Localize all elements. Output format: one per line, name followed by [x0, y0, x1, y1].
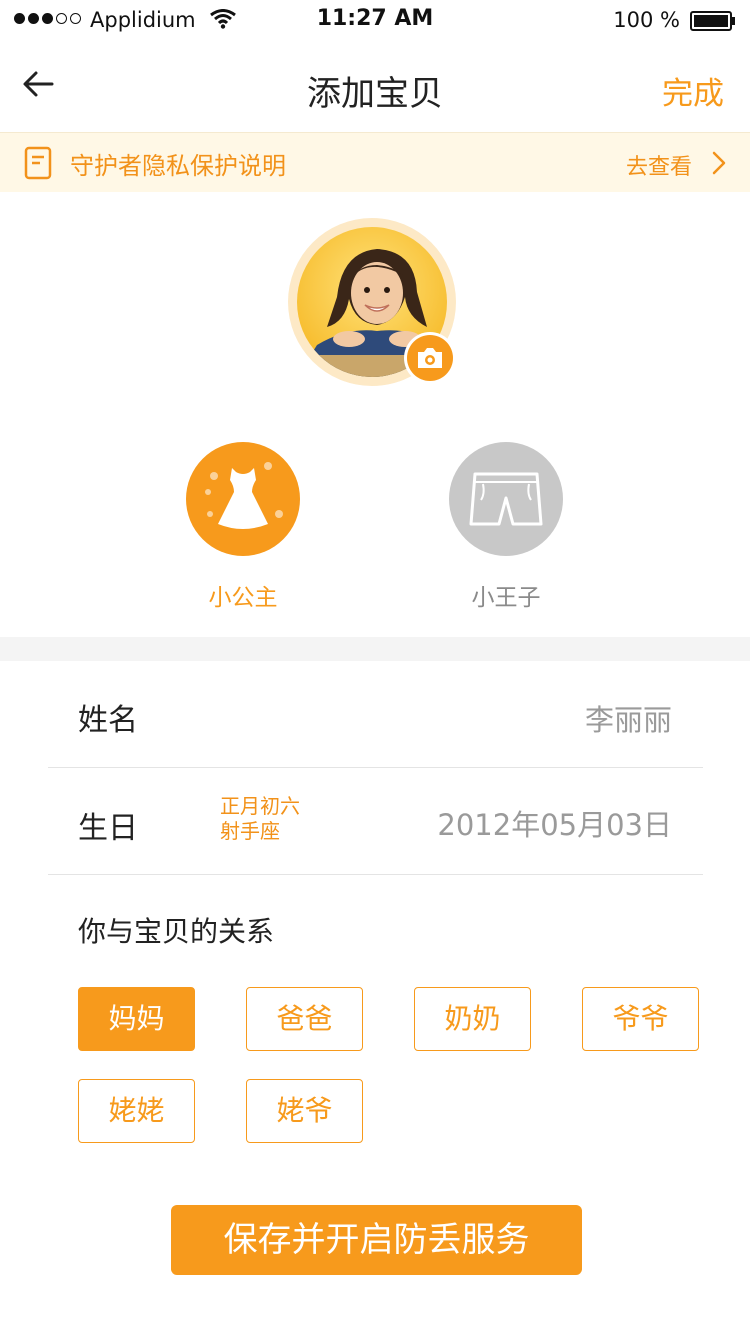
- shorts-icon: [469, 472, 543, 526]
- relation-mom-button[interactable]: 妈妈: [78, 987, 195, 1051]
- done-button[interactable]: 完成: [662, 68, 724, 113]
- relation-maternal-grandma-button[interactable]: 姥姥: [78, 1079, 195, 1143]
- relation-paternal-grandpa-button[interactable]: 爷爷: [582, 987, 699, 1051]
- gender-option-boy[interactable]: 小王子: [449, 442, 563, 611]
- gender-option-girl[interactable]: 小公主: [186, 442, 300, 611]
- chevron-right-icon: [712, 151, 726, 179]
- status-bar: Applidium 11:27 AM 100 %: [0, 0, 750, 40]
- privacy-view-link[interactable]: 去查看: [626, 149, 692, 181]
- page-title: 添加宝贝: [307, 74, 443, 114]
- gender-boy-circle: [449, 442, 563, 556]
- lunar-info: 正月初六 射手座: [220, 794, 300, 844]
- gender-girl-label: 小公主: [208, 585, 278, 611]
- battery-percent: 100 %: [613, 8, 680, 32]
- birthday-label: 生日: [78, 811, 138, 846]
- nav-bar: 添加宝贝 完成: [0, 40, 750, 132]
- document-icon: [24, 146, 52, 184]
- privacy-banner-text: 守护者隐私保护说明: [70, 152, 286, 180]
- name-field[interactable]: 李丽丽: [585, 697, 672, 739]
- lunar-date: 正月初六: [220, 794, 300, 818]
- relation-title: 你与宝贝的关系: [78, 915, 275, 948]
- change-photo-button[interactable]: [404, 332, 456, 384]
- birthday-field[interactable]: 2012年05月03日: [437, 802, 672, 844]
- name-label: 姓名: [78, 703, 138, 738]
- zodiac-sign: 射手座: [220, 819, 280, 843]
- relation-paternal-grandma-button[interactable]: 奶奶: [414, 987, 531, 1051]
- dress-icon: [205, 462, 283, 529]
- relation-dad-button[interactable]: 爸爸: [246, 987, 363, 1051]
- section-divider: [0, 637, 750, 661]
- camera-icon: [407, 335, 453, 381]
- relation-maternal-grandpa-button[interactable]: 姥爷: [246, 1079, 363, 1143]
- battery-icon: [690, 11, 736, 31]
- gender-girl-circle: [186, 442, 300, 556]
- gender-boy-label: 小王子: [471, 585, 541, 611]
- divider: [48, 874, 703, 875]
- save-and-enable-button[interactable]: 保存并开启防丢服务: [171, 1205, 582, 1275]
- divider: [48, 767, 703, 768]
- privacy-banner[interactable]: 守护者隐私保护说明 去查看: [0, 132, 750, 192]
